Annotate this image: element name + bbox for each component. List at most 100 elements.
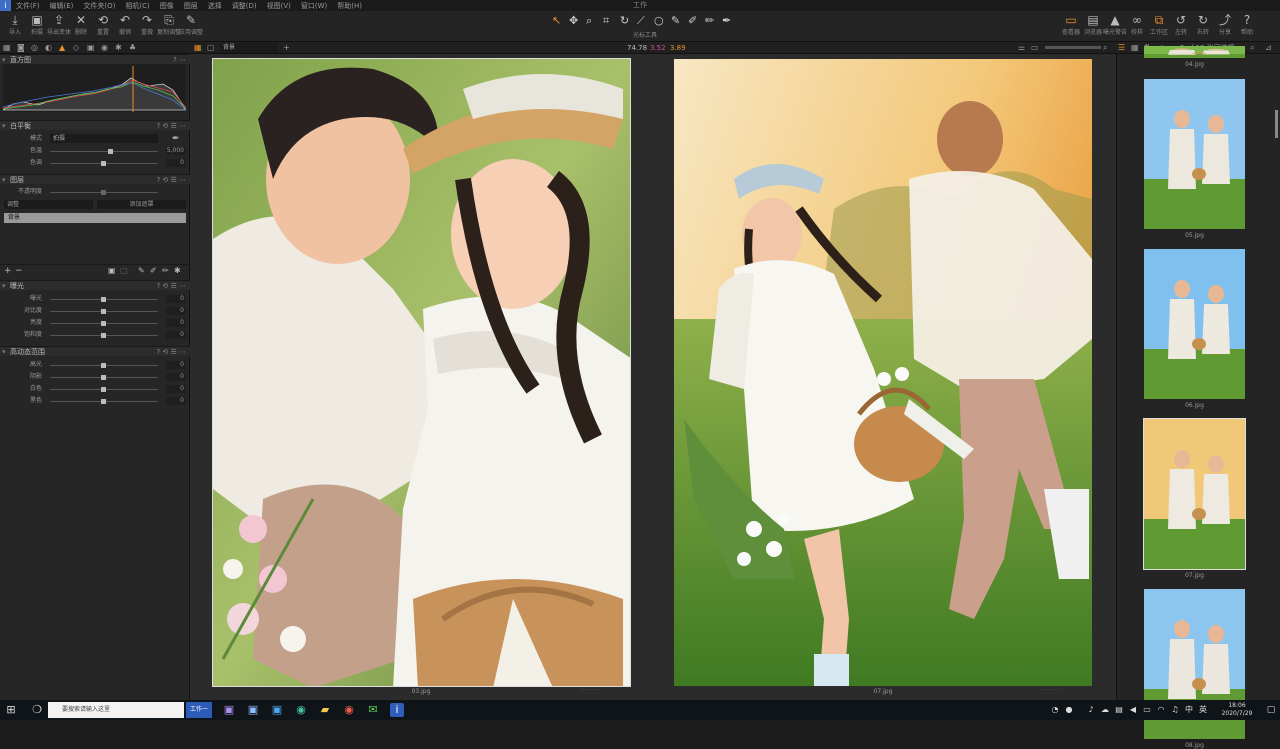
detail-tab-icon[interactable]: ◇ [73, 42, 79, 54]
tray-icon-b[interactable]: ● [1062, 703, 1076, 717]
slider-knob[interactable] [101, 363, 106, 368]
slider-track[interactable] [50, 151, 158, 152]
capture-one-icon[interactable]: i [390, 703, 404, 717]
panel-menu-icon[interactable]: ? ⟲ ☰ ⋯ [156, 121, 186, 131]
add-mask-button[interactable]: 添加遮罩 [97, 200, 186, 209]
collapse-icon[interactable]: ▾ [2, 281, 6, 291]
refine-mask-icon[interactable]: ✱ [174, 266, 181, 275]
slider-value-input[interactable]: 0 [166, 385, 186, 393]
collapse-icon[interactable]: ▾ [2, 121, 6, 131]
slider-knob[interactable] [101, 309, 106, 314]
capture-tab-icon[interactable]: ◙ [17, 42, 25, 54]
menu-item[interactable]: 文件夹(O) [78, 1, 120, 11]
erase-icon[interactable]: ✐ [688, 14, 697, 27]
viewer-image-right[interactable] [674, 59, 1092, 686]
tray-cloud-icon[interactable]: ☁ [1098, 703, 1112, 717]
adjust-tab-icon[interactable]: ▣ [87, 42, 95, 54]
panel-menu-icon[interactable]: ? ⟲ ☰ ⋯ [156, 175, 186, 185]
spot-icon[interactable]: ○ [654, 14, 664, 27]
slider-knob[interactable] [101, 333, 106, 338]
premiere-icon[interactable]: ▣ [222, 703, 236, 717]
draw-mask-icon[interactable]: ✎ [138, 266, 145, 275]
remove-layer-icon[interactable]: − [15, 266, 23, 276]
keystone-icon[interactable]: ⟋ [637, 14, 645, 28]
slider-value-input[interactable]: 0 [166, 295, 186, 303]
cortana-icon[interactable]: ❍ [30, 703, 44, 717]
erase-mask-icon[interactable]: ✐ [150, 266, 157, 275]
collapse-icon[interactable]: ▾ [2, 175, 6, 185]
taskbar-app-workspace[interactable]: 工作一 [186, 702, 212, 718]
add-layer-icon[interactable]: + [283, 42, 290, 54]
menu-item[interactable]: 相机(C) [120, 1, 154, 11]
file-explorer-icon[interactable]: ▰ [318, 703, 332, 717]
thumb-view-icon[interactable]: ▦ [1131, 42, 1139, 54]
gradient-icon[interactable]: ✏ [705, 14, 714, 27]
batch-tab-icon[interactable]: ♣ [129, 42, 136, 54]
gradient-mask-icon[interactable]: ✏ [162, 266, 169, 275]
tray-network-icon[interactable]: ▤ [1112, 703, 1126, 717]
metadata-tab-icon[interactable]: ◉ [101, 42, 108, 54]
histogram-header[interactable]: ▾ 直方图 ? ⋯ [0, 54, 190, 64]
taskbar-search-input[interactable]: 要搜索请输入这里 [48, 702, 184, 718]
slider-knob[interactable] [101, 375, 106, 380]
filmstrip-thumbnail[interactable] [1143, 418, 1246, 570]
brush-icon[interactable]: ✎ [671, 14, 680, 27]
layer-type-select[interactable]: 调整 [4, 200, 93, 209]
filmstrip-scrollbar[interactable] [1275, 110, 1278, 138]
fit-icon[interactable]: ▭ [1031, 42, 1039, 54]
exposure-tab-icon[interactable]: ▲ [59, 42, 65, 54]
viewer-image-left[interactable] [212, 58, 631, 687]
menu-item[interactable]: 调整(D) [227, 1, 262, 11]
slider-knob[interactable] [108, 149, 113, 154]
filmstrip-thumbnail[interactable] [1144, 46, 1245, 58]
single-view-icon[interactable]: ▢ [207, 42, 215, 54]
active-layer-item[interactable]: 背景 [4, 213, 186, 223]
slider-knob[interactable] [101, 387, 106, 392]
tray-battery-icon[interactable]: ▭ [1140, 703, 1154, 717]
rotate-icon[interactable]: ↻ [620, 14, 629, 27]
slider-knob[interactable] [101, 297, 106, 302]
clock[interactable]: 18:06 2020/7/29 [1215, 702, 1259, 718]
library-tab-icon[interactable]: ▦ [3, 42, 11, 54]
tray-mic-icon[interactable]: ♪ [1084, 703, 1098, 717]
chrome-icon[interactable]: ◉ [342, 703, 356, 717]
layer-select[interactable]: 背景 [220, 43, 278, 53]
tray-volume-icon[interactable]: ◀ [1126, 703, 1140, 717]
photoshop-icon[interactable]: ▣ [270, 703, 284, 717]
slider-value-input[interactable]: 0 [166, 361, 186, 369]
grid-view-icon[interactable]: ▦ [194, 42, 202, 54]
wechat-icon[interactable]: ✉ [366, 703, 380, 717]
start-button-icon[interactable]: ⊞ [4, 703, 18, 717]
collapse-icon[interactable]: ▾ [2, 347, 6, 357]
tray-sound-icon[interactable]: ♫ [1168, 703, 1182, 717]
tray-ime-mode-icon[interactable]: 英 [1196, 703, 1210, 717]
slider-value-input[interactable]: 0 [166, 397, 186, 405]
pan-icon[interactable]: ✥ [569, 14, 578, 27]
tray-ime-icon[interactable]: 中 [1182, 703, 1196, 717]
wb-mode-select[interactable]: 拍摄 [50, 134, 158, 143]
menu-item[interactable]: 文件(F) [11, 1, 45, 11]
menu-item[interactable]: 编辑(E) [45, 1, 79, 11]
filmstrip-thumbnail[interactable] [1144, 249, 1245, 399]
menu-item[interactable]: 选择 [203, 1, 227, 11]
crop-icon[interactable]: ⌗ [603, 14, 609, 28]
zoom-icon[interactable]: ⌕ [586, 14, 592, 28]
output-tab-icon[interactable]: ✱ [115, 42, 122, 54]
slider-value-input[interactable]: 5,000 [166, 147, 186, 155]
zoom-magnifier-icon[interactable]: ⌕ [1103, 42, 1107, 54]
search-icon[interactable]: ⌕ [1250, 42, 1254, 54]
opacity-slider-knob[interactable] [101, 190, 106, 195]
slider-value-input[interactable]: 0 [166, 307, 186, 315]
menu-item[interactable]: 图层 [179, 1, 203, 11]
slider-value-input[interactable]: 0 [166, 319, 186, 327]
lightroom-icon[interactable]: ▣ [246, 703, 260, 717]
tray-icon-a[interactable]: ◔ [1048, 703, 1062, 717]
filter-icon[interactable]: ⊿ [1265, 42, 1272, 54]
filmstrip-thumbnail[interactable] [1144, 79, 1245, 229]
slider-value-input[interactable]: 0 [166, 373, 186, 381]
menu-item[interactable]: 视图(V) [262, 1, 296, 11]
wb-picker-icon[interactable]: ✒ [172, 134, 180, 144]
layer-mask-icon[interactable]: ▣ [108, 266, 116, 275]
menu-item[interactable]: 帮助(H) [332, 1, 367, 11]
menu-item[interactable]: 图像 [155, 1, 179, 11]
